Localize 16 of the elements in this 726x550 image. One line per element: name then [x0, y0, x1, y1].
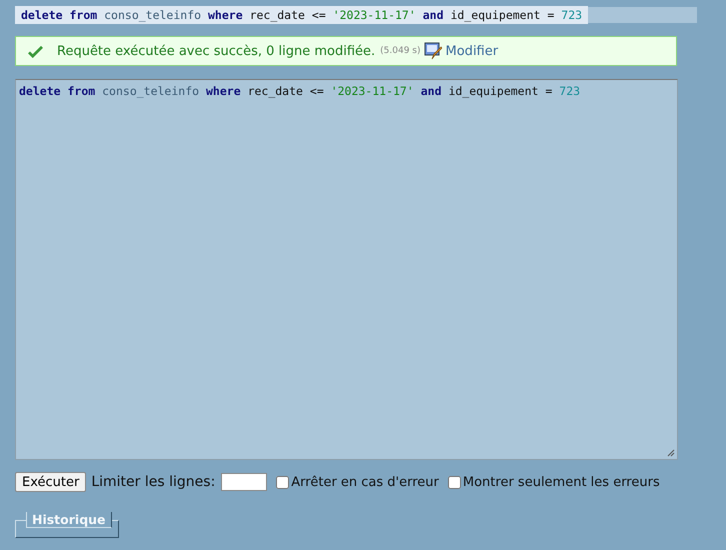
- checkbox-label[interactable]: Montrer seulement les erreurs: [462, 474, 660, 490]
- checkbox-label[interactable]: Arrêter en cas d'erreur: [291, 474, 439, 490]
- limit-rows-label: Limiter les lignes:: [91, 474, 216, 490]
- modify-link[interactable]: Modifier: [424, 42, 498, 60]
- resize-grip-icon[interactable]: [667, 449, 675, 457]
- message-text: Requête exécutée avec succès, 0 ligne modifiée.: [57, 44, 376, 58]
- limit-rows-field[interactable]: [221, 473, 268, 491]
- checkmark-icon: [28, 44, 43, 58]
- execute-button[interactable]: Exécuter: [15, 472, 86, 492]
- sql-query-text: delete from conso_teleinfo where rec_date <= '2023-11-17' and id_equipement = 723: [19, 84, 580, 98]
- checkbox[interactable]: [276, 476, 290, 488]
- sql-query-text: delete from conso_teleinfo where rec_date <= '2023-11-17' and id_equipement = 723: [15, 6, 588, 24]
- checkbox[interactable]: [448, 476, 461, 488]
- sql-edit-icon: [424, 42, 442, 60]
- execution-time: (5.049 s): [380, 46, 421, 56]
- sql-editor-field[interactable]: delete from conso_teleinfo where rec_date <= '2023-11-17' and id_equipement = 723: [15, 79, 678, 460]
